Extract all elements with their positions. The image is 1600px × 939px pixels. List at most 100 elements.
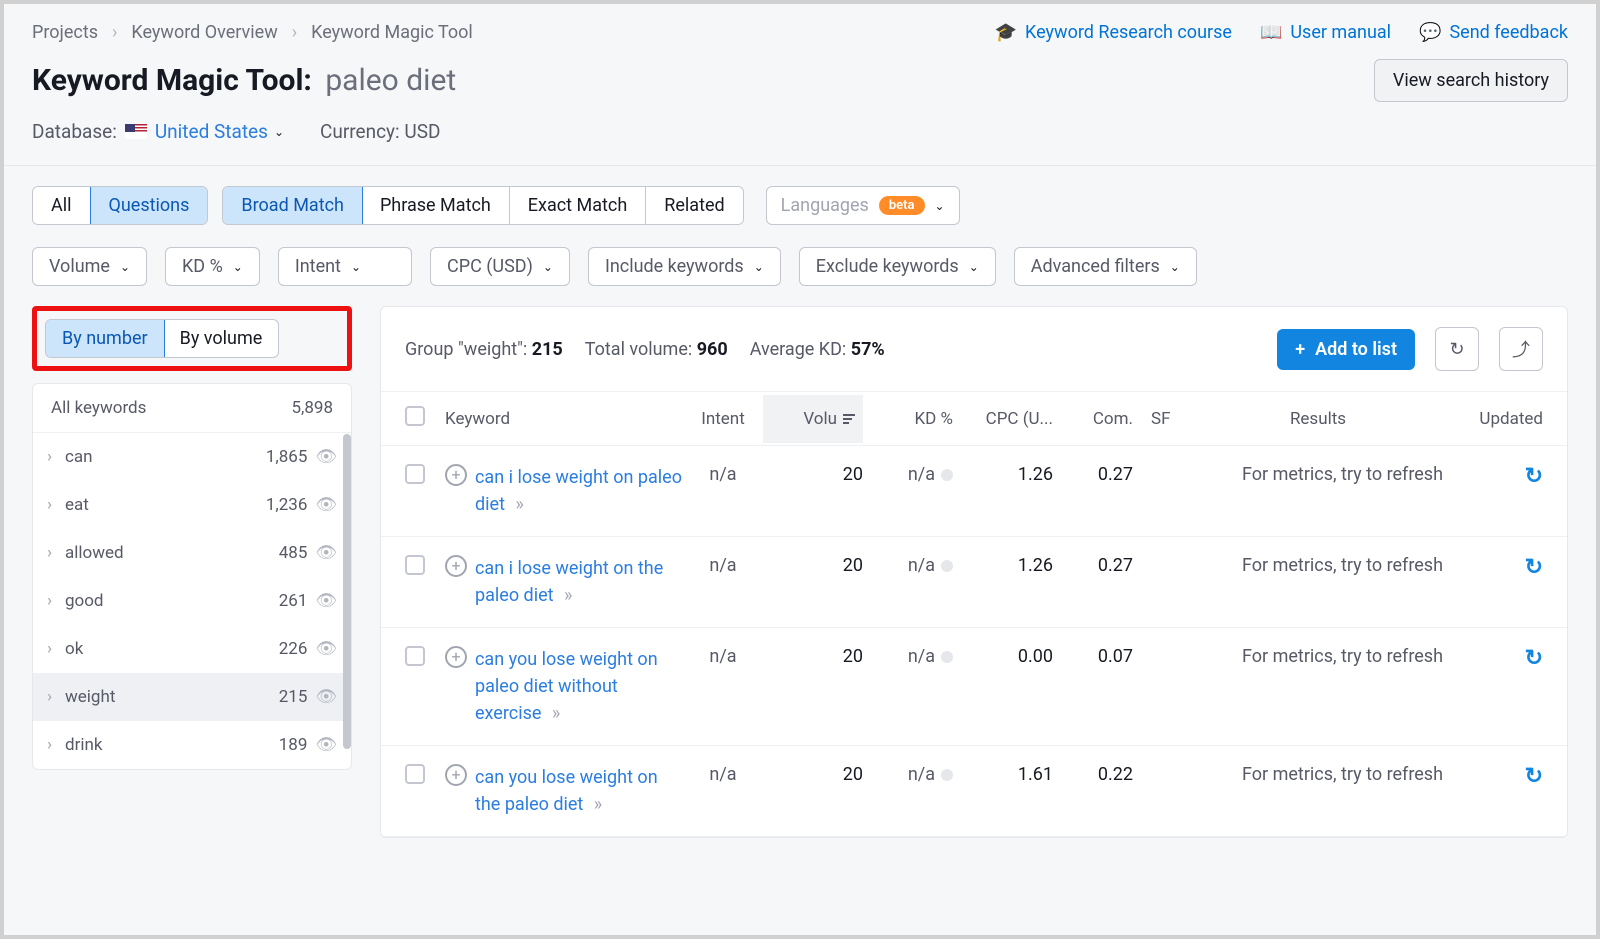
refresh-button[interactable]: ↻ bbox=[1435, 327, 1479, 371]
add-to-list-button[interactable]: +Add to list bbox=[1277, 329, 1415, 370]
difficulty-dot-icon bbox=[941, 469, 953, 481]
volume-cell: 20 bbox=[763, 646, 863, 667]
group-count: 485 bbox=[245, 543, 307, 563]
volume-filter[interactable]: Volume⌄ bbox=[32, 247, 147, 286]
eye-icon[interactable]: 👁 bbox=[315, 543, 337, 563]
breadcrumb-item[interactable]: Keyword Overview bbox=[131, 22, 277, 43]
keyword-group-row[interactable]: › allowed 485 👁 bbox=[33, 529, 351, 577]
eye-icon[interactable]: 👁 bbox=[315, 495, 337, 515]
plus-circle-icon: + bbox=[445, 646, 467, 668]
eye-icon[interactable]: 👁 bbox=[315, 735, 337, 755]
all-keywords-label[interactable]: All keywords bbox=[51, 398, 146, 418]
kd-filter[interactable]: KD % ⌄ bbox=[165, 247, 260, 286]
tab-related[interactable]: Related bbox=[646, 187, 742, 224]
user-manual-link[interactable]: 📖 User manual bbox=[1260, 22, 1391, 43]
results-cell: For metrics, try to refresh bbox=[1193, 464, 1443, 485]
average-kd-stat: Average KD: 57% bbox=[750, 339, 885, 360]
send-feedback-link[interactable]: 💬 Send feedback bbox=[1419, 22, 1568, 43]
keyword-research-course-link[interactable]: 🎓 Keyword Research course bbox=[995, 22, 1232, 43]
refresh-icon[interactable]: ↻ bbox=[1525, 646, 1543, 671]
column-kd[interactable]: KD % bbox=[863, 409, 953, 429]
chevron-right-icon: › bbox=[47, 591, 65, 611]
keyword-link[interactable]: can you lose weight on paleo diet withou… bbox=[475, 646, 683, 727]
column-cpc[interactable]: CPC (U... bbox=[953, 409, 1053, 429]
intent-filter[interactable]: Intent⌄ bbox=[278, 247, 412, 286]
eye-icon[interactable]: 👁 bbox=[315, 639, 337, 659]
tab-exact-match[interactable]: Exact Match bbox=[510, 187, 646, 224]
refresh-icon[interactable]: ↻ bbox=[1525, 555, 1543, 580]
include-keywords-filter[interactable]: Include keywords⌄ bbox=[588, 247, 781, 286]
scrollbar[interactable] bbox=[343, 434, 351, 749]
tab-phrase-match[interactable]: Phrase Match bbox=[362, 187, 510, 224]
expand-button[interactable]: + bbox=[445, 764, 467, 786]
languages-label: Languages bbox=[781, 195, 869, 216]
expand-button[interactable]: + bbox=[445, 464, 467, 486]
breadcrumb-item[interactable]: Projects bbox=[32, 22, 98, 43]
link-label: Keyword Research course bbox=[1025, 22, 1232, 43]
link-label: User manual bbox=[1290, 22, 1391, 43]
chevron-right-icon: › bbox=[47, 687, 65, 707]
column-volume[interactable]: Volu bbox=[763, 395, 863, 443]
updated-cell: ↻ bbox=[1443, 555, 1543, 580]
select-all-checkbox[interactable] bbox=[405, 406, 425, 426]
tab-questions[interactable]: Questions bbox=[90, 186, 209, 225]
keyword-group-row[interactable]: › eat 1,236 👁 bbox=[33, 481, 351, 529]
sort-by-volume[interactable]: By volume bbox=[164, 320, 279, 357]
breadcrumb-item[interactable]: Keyword Magic Tool bbox=[311, 22, 473, 43]
updated-cell: ↻ bbox=[1443, 764, 1543, 789]
keyword-link[interactable]: can i lose weight on paleo diet » bbox=[475, 464, 683, 518]
keyword-link[interactable]: can you lose weight on the paleo diet » bbox=[475, 764, 683, 818]
chat-icon: 💬 bbox=[1419, 22, 1441, 43]
cpc-filter[interactable]: CPC (USD)⌄ bbox=[430, 247, 570, 286]
keyword-group-row[interactable]: › weight 215 👁 bbox=[33, 673, 351, 721]
button-label: Add to list bbox=[1315, 339, 1397, 360]
double-chevron-icon: » bbox=[560, 585, 573, 606]
filter-label: Advanced filters bbox=[1031, 256, 1160, 277]
refresh-icon[interactable]: ↻ bbox=[1525, 764, 1543, 789]
eye-icon[interactable]: 👁 bbox=[315, 447, 337, 467]
eye-icon[interactable]: 👁 bbox=[315, 687, 337, 707]
tab-broad-match[interactable]: Broad Match bbox=[222, 186, 363, 225]
column-updated[interactable]: Updated bbox=[1443, 409, 1543, 429]
plus-circle-icon: + bbox=[445, 464, 467, 486]
keyword-link[interactable]: can i lose weight on the paleo diet » bbox=[475, 555, 683, 609]
volume-cell: 20 bbox=[763, 764, 863, 785]
database-selector[interactable]: Database: United States ⌄ bbox=[32, 120, 284, 143]
column-intent[interactable]: Intent bbox=[683, 409, 763, 429]
row-checkbox[interactable] bbox=[405, 464, 425, 484]
column-results[interactable]: Results bbox=[1193, 409, 1443, 429]
exclude-keywords-filter[interactable]: Exclude keywords⌄ bbox=[799, 247, 996, 286]
column-com[interactable]: Com. bbox=[1053, 409, 1133, 429]
row-checkbox[interactable] bbox=[405, 764, 425, 784]
column-sf[interactable]: SF bbox=[1133, 409, 1193, 429]
row-checkbox[interactable] bbox=[405, 555, 425, 575]
intent-cell: n/a bbox=[683, 764, 763, 785]
advanced-filters[interactable]: Advanced filters⌄ bbox=[1014, 247, 1197, 286]
keyword-group-row[interactable]: › can 1,865 👁 bbox=[33, 433, 351, 481]
page-title: Keyword Magic Tool: paleo diet bbox=[32, 63, 456, 98]
eye-icon[interactable]: 👁 bbox=[315, 591, 337, 611]
chevron-down-icon: ⌄ bbox=[233, 260, 243, 274]
column-keyword[interactable]: Keyword bbox=[445, 409, 683, 429]
keyword-group-row[interactable]: › good 261 👁 bbox=[33, 577, 351, 625]
sort-by-number[interactable]: By number bbox=[45, 319, 165, 358]
expand-button[interactable]: + bbox=[445, 646, 467, 668]
row-checkbox[interactable] bbox=[405, 646, 425, 666]
view-search-history-button[interactable]: View search history bbox=[1374, 59, 1568, 102]
tab-all[interactable]: All bbox=[33, 187, 91, 224]
group-name: weight bbox=[65, 687, 245, 707]
languages-dropdown[interactable]: Languages beta ⌄ bbox=[766, 186, 960, 225]
keyword-group-row[interactable]: › drink 189 👁 bbox=[33, 721, 351, 769]
currency-label: Currency: bbox=[320, 120, 400, 143]
refresh-icon[interactable]: ↻ bbox=[1525, 464, 1543, 489]
database-value: United States bbox=[155, 120, 268, 143]
keyword-group-row[interactable]: › ok 226 👁 bbox=[33, 625, 351, 673]
filter-label: KD % bbox=[182, 256, 223, 277]
plus-circle-icon: + bbox=[445, 764, 467, 786]
export-button[interactable]: ⤴ bbox=[1499, 327, 1543, 371]
expand-button[interactable]: + bbox=[445, 555, 467, 577]
title-prefix: Keyword Magic Tool: bbox=[32, 63, 312, 98]
group-count: 1,865 bbox=[245, 447, 307, 467]
results-cell: For metrics, try to refresh bbox=[1193, 555, 1443, 576]
match-tabs: Broad Match Phrase Match Exact Match Rel… bbox=[222, 186, 743, 225]
